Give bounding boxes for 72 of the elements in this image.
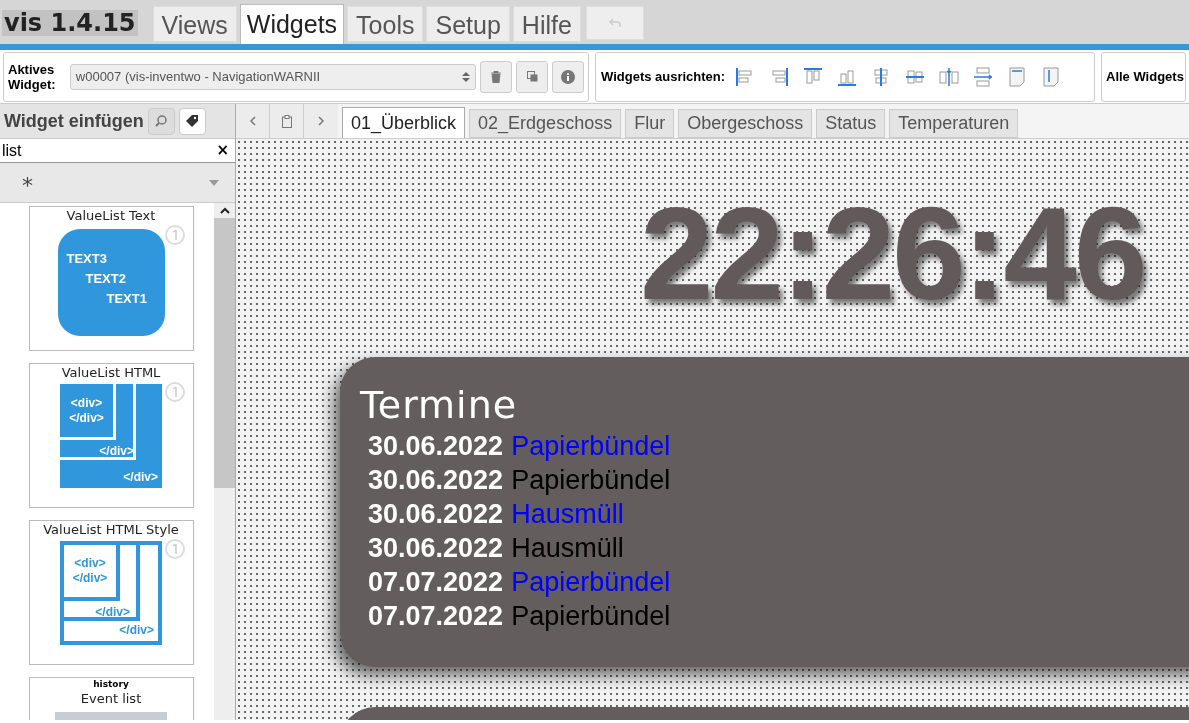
tag-icon (186, 115, 199, 127)
widget-title: ValueList HTML (61, 364, 161, 382)
view-tab[interactable]: Temperaturen (889, 109, 1019, 138)
scrollbar[interactable] (214, 203, 235, 720)
menu-tab[interactable]: Setup (426, 6, 510, 42)
copy-icon (526, 71, 538, 82)
widget-title: ValueList Text (66, 207, 156, 225)
menu-tab[interactable]: Hilfe (512, 6, 581, 42)
badge-icon (164, 225, 185, 245)
info-button[interactable] (552, 60, 584, 93)
chevron-right-icon (318, 116, 324, 126)
spinner-icon (462, 70, 471, 83)
widget-set-label: history (93, 678, 129, 690)
align-label: Widgets ausrichten: (601, 67, 726, 86)
widget-card[interactable]: ValueList Text TEXT3 TEXT2 TEXT1 (28, 206, 194, 351)
widget-card[interactable]: history Event list (28, 677, 194, 720)
copy-button[interactable] (516, 60, 549, 93)
widget-title: Event list (80, 690, 142, 708)
page-height-icon[interactable] (1041, 66, 1062, 87)
menu-tab[interactable]: Views (152, 6, 237, 42)
set-dropdown[interactable]: * (0, 163, 235, 203)
event-name: Papierbündel (511, 430, 671, 463)
event-name: Hausmüll (511, 532, 624, 565)
all-widgets-label: Alle Widgets (1106, 67, 1184, 86)
scroll-up-icon (219, 207, 230, 214)
trash-icon (491, 70, 502, 83)
event-date: 30.06.2022 (368, 532, 504, 565)
undo-icon (608, 18, 621, 28)
badge-icon (164, 539, 185, 559)
clear-button[interactable]: × (216, 143, 229, 158)
info-icon (561, 69, 576, 84)
chevron-left-icon (249, 116, 256, 126)
event-name: Hausmüll (511, 498, 624, 531)
distribute-vertical-icon[interactable] (973, 66, 994, 87)
active-widget-select[interactable]: w00007 (vis-inventwo - NavigationWARNII (69, 63, 477, 90)
event-date: 30.06.2022 (368, 464, 504, 497)
align-top-icon[interactable] (803, 66, 824, 87)
event-name: Papierbündel (511, 566, 671, 599)
clipboard-icon (281, 114, 292, 128)
page-width-icon[interactable] (1007, 66, 1028, 87)
distribute-horizontal-icon[interactable] (939, 66, 960, 87)
event-date: 07.07.2022 (368, 566, 504, 599)
view-tab[interactable]: 01_Überblick (342, 107, 466, 138)
menu-tab[interactable]: Widgets (239, 4, 345, 44)
event-name: Papierbündel (511, 464, 671, 497)
app-title: vis 1.4.15 (2, 10, 138, 36)
clipboard-button[interactable] (270, 104, 304, 138)
badge-icon (164, 382, 185, 402)
event-date: 30.06.2022 (368, 498, 504, 531)
caret-icon (209, 179, 219, 186)
valuelist-text-preview: TEXT3 TEXT2 TEXT1 (57, 229, 165, 336)
menu-tab[interactable]: Tools (347, 6, 424, 42)
clock-text: 22:26:46 (640, 184, 1145, 324)
event-name: Papierbündel (511, 600, 671, 633)
view-tab[interactable]: Status (816, 109, 886, 138)
view-tab[interactable]: Flur (625, 109, 675, 138)
widget-card[interactable]: ValueList HTML Style <div> </div> </div> </div> (28, 520, 194, 665)
delete-button[interactable] (480, 60, 513, 93)
view-tab[interactable]: Obergeschoss (678, 109, 813, 138)
event-date: 30.06.2022 (368, 430, 504, 463)
event-date: 07.07.2022 (368, 600, 504, 633)
valuelist-html-preview: <div> </div> </div> </div> (60, 384, 162, 488)
card-title: Termine (360, 382, 519, 429)
align-right-icon[interactable] (769, 66, 790, 87)
widget-card[interactable]: ValueList HTML <div> </div> </div> </div> (28, 363, 194, 508)
magnifier-icon (155, 115, 168, 127)
view-tab[interactable]: 02_Erdgeschoss (469, 109, 622, 138)
sidebar-title: Widget einfügen (4, 109, 144, 133)
valuelist-html-style-preview: <div> </div> </div> </div> (60, 541, 162, 645)
widget-title: ValueList HTML Style (43, 521, 179, 539)
active-widget-label: Aktives Widget: (8, 61, 57, 92)
tag-button[interactable] (178, 107, 206, 135)
